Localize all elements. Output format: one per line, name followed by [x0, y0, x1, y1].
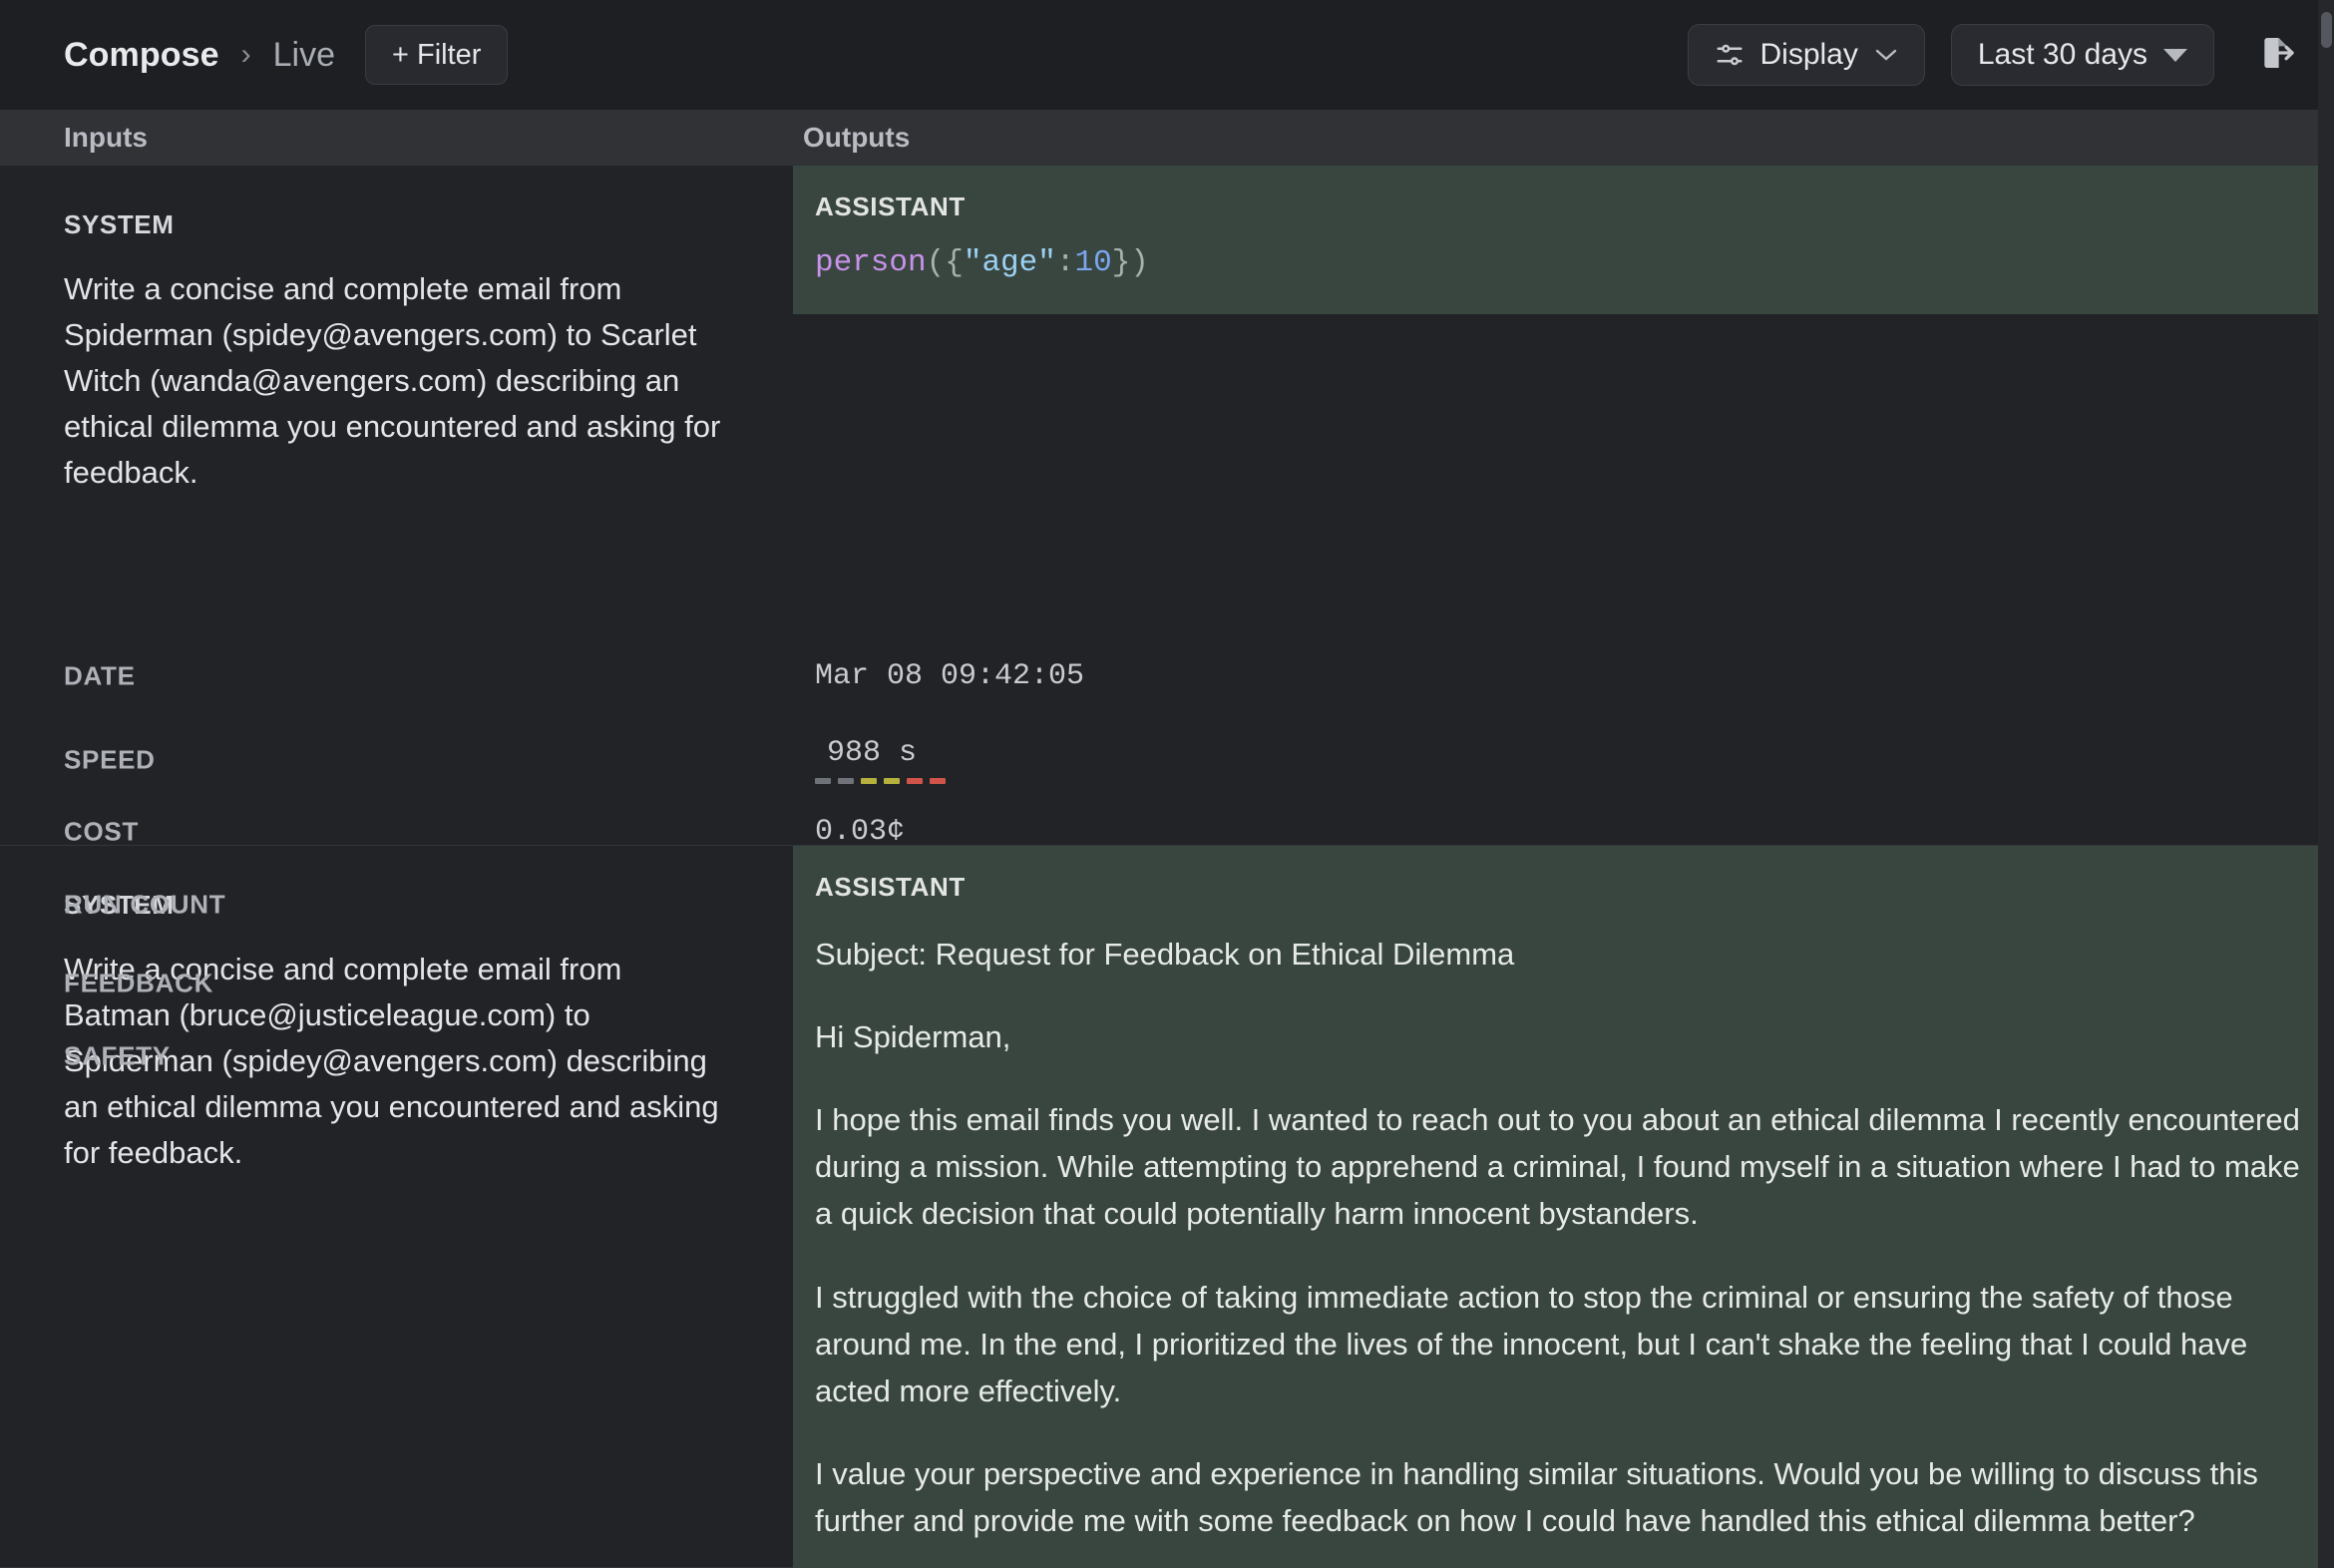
row-outputs-cell: ASSISTANT Subject: Request for Feedback … [793, 846, 2334, 1568]
role-label-assistant: ASSISTANT [815, 872, 966, 902]
add-filter-button[interactable]: + Filter [364, 25, 509, 85]
metadata-key-run-count: RUN COUNT [64, 889, 226, 920]
speed-value: 988 s [827, 736, 918, 770]
metadata-key-cost: COST [64, 816, 140, 847]
code-close-punct: }) [1111, 245, 1149, 280]
metadata-value-cost: 0.03¢ [793, 815, 905, 849]
speed-gauge-icon [815, 778, 946, 784]
rows-container: SYSTEM Write a concise and complete emai… [0, 166, 2334, 1568]
message-paragraph: Subject: Request for Feedback on Ethical… [815, 937, 1515, 972]
role-label-system: SYSTEM [64, 209, 175, 239]
breadcrumb-leaf[interactable]: Live [273, 36, 335, 75]
metadata-key-safety: SAFETY [64, 1040, 171, 1071]
app-root: Compose › Live + Filter Display Last 30 … [0, 0, 2334, 1568]
code-key-string: "age" [963, 245, 1056, 280]
assistant-message-body: Subject: Request for Feedback on Ethical… [815, 931, 2300, 1544]
date-value: Mar 08 09:42:05 [815, 659, 1085, 693]
metadata-key-speed: SPEED [64, 744, 156, 775]
message-paragraph: I struggled with the choice of taking im… [815, 1279, 2248, 1408]
metadata-value-date: Mar 08 09:42:05 [793, 659, 1084, 693]
metadata-key-feedback: FEEDBACK [64, 968, 214, 998]
code-function-name: person [815, 245, 927, 280]
chevron-right-icon: › [240, 38, 251, 71]
assistant-panel: ASSISTANT Subject: Request for Feedback … [793, 846, 2334, 1568]
column-header-outputs: Outputs [803, 122, 911, 153]
toolbar-actions: Display Last 30 days [1687, 24, 2307, 86]
caret-down-icon [2163, 48, 2187, 62]
export-button[interactable] [2248, 26, 2306, 84]
table-column-header: Inputs Outputs [0, 110, 2334, 166]
metadata-key-date: DATE [64, 660, 136, 691]
display-button[interactable]: Display [1687, 24, 1925, 86]
cost-value: 0.03¢ [815, 815, 906, 849]
table-row[interactable]: SYSTEM Write a concise and complete emai… [0, 166, 2334, 1072]
breadcrumb-root[interactable]: Compose [64, 36, 219, 75]
date-range-label: Last 30 days [1977, 38, 2147, 71]
column-header-inputs: Inputs [64, 122, 148, 153]
export-icon [2257, 33, 2297, 78]
message-paragraph: I value your perspective and experience … [815, 1455, 2258, 1538]
metadata-row-date: DATE Mar 08 09:42:05 [0, 634, 2334, 718]
sliders-icon [1715, 40, 1745, 70]
assistant-code-output: person({"age":10}) [815, 242, 2300, 284]
display-button-label: Display [1759, 38, 1858, 71]
chevron-down-icon [1874, 44, 1898, 66]
scrollbar-thumb[interactable] [2321, 12, 2332, 48]
system-prompt-text: Write a concise and complete email from … [64, 271, 721, 490]
message-paragraph: I hope this email finds you well. I want… [815, 1102, 2300, 1232]
role-label-assistant: ASSISTANT [815, 192, 966, 221]
code-open-punct: ({ [926, 245, 964, 280]
top-toolbar: Compose › Live + Filter Display Last 30 … [0, 0, 2334, 110]
metadata-value-speed: 988 s [793, 736, 946, 784]
code-number-value: 10 [1074, 245, 1112, 280]
message-paragraph: Hi Spiderman, [815, 1019, 1011, 1055]
vertical-scrollbar[interactable] [2318, 0, 2334, 1568]
code-colon-punct: : [1055, 245, 1075, 280]
metadata-row-speed: SPEED 988 s [0, 718, 2334, 802]
assistant-panel: ASSISTANT person({"age":10}) [793, 166, 2334, 314]
breadcrumb: Compose › Live [64, 36, 335, 75]
date-range-button[interactable]: Last 30 days [1950, 24, 2214, 86]
